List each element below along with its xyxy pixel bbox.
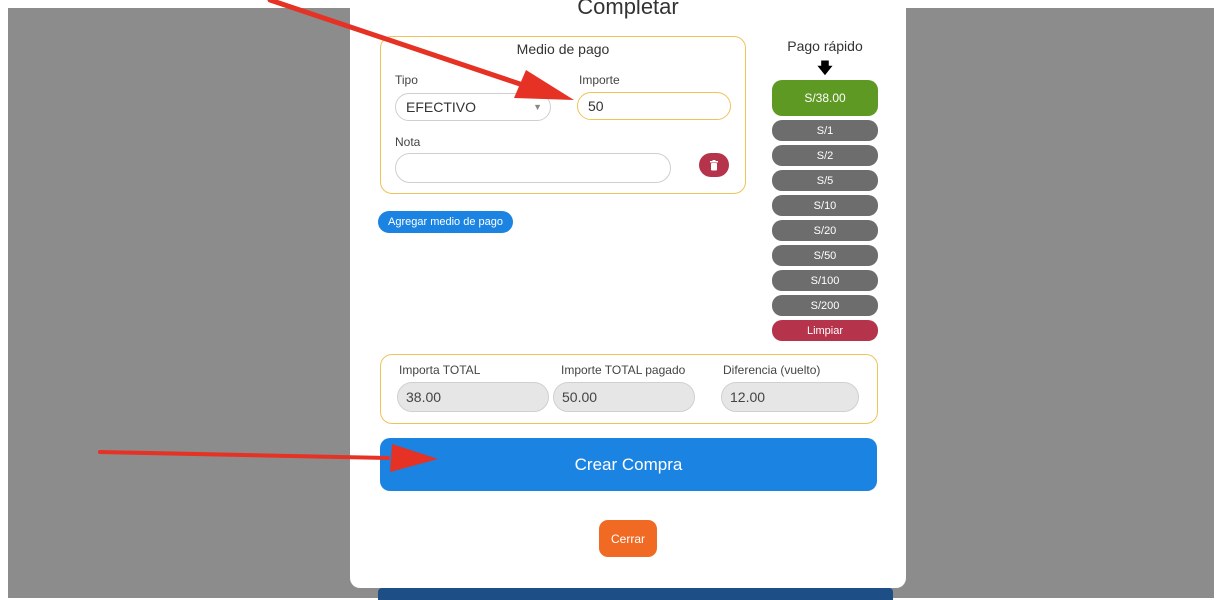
- nota-input[interactable]: [395, 153, 671, 183]
- create-purchase-button[interactable]: Crear Compra: [380, 438, 877, 491]
- change-label: Diferencia (vuelto): [723, 363, 821, 377]
- tipo-select-value: EFECTIVO: [406, 99, 477, 115]
- delete-payment-button[interactable]: [699, 153, 729, 177]
- paid-label: Importe TOTAL pagado: [561, 363, 686, 377]
- modal-title: Completar: [577, 0, 679, 19]
- importe-label: Importe: [579, 73, 620, 87]
- totals-fieldset: Importa TOTAL 38.00 Importe TOTAL pagado…: [380, 354, 878, 424]
- quick-pay-amount-button[interactable]: S/2: [772, 145, 878, 166]
- quick-pay-amount-button[interactable]: S/200: [772, 295, 878, 316]
- tipo-label: Tipo: [395, 73, 418, 87]
- quick-pay-amount-button[interactable]: S/1: [772, 120, 878, 141]
- change-field: 12.00: [721, 382, 859, 412]
- add-payment-method-button[interactable]: Agregar medio de pago: [378, 211, 513, 233]
- close-button[interactable]: Cerrar: [599, 520, 657, 557]
- quick-pay-list: S/38.00 S/1 S/2 S/5 S/10 S/20 S/50 S/100…: [772, 80, 878, 345]
- quick-pay-title: Pago rápido: [787, 38, 863, 54]
- importe-input-value: 50: [588, 98, 604, 114]
- payment-modal: Completar Medio de pago Tipo EFECTIVO ▼ …: [350, 0, 906, 588]
- quick-pay-amount-button[interactable]: S/20: [772, 220, 878, 241]
- background-bar: [378, 588, 893, 600]
- quick-pay-amount-button[interactable]: S/100: [772, 270, 878, 291]
- paid-field: 50.00: [553, 382, 695, 412]
- total-field: 38.00: [397, 382, 549, 412]
- importe-input[interactable]: 50: [577, 92, 731, 120]
- quick-pay-amount-button[interactable]: S/50: [772, 245, 878, 266]
- quick-pay-exact-button[interactable]: S/38.00: [772, 80, 878, 116]
- payment-method-fieldset: Medio de pago Tipo EFECTIVO ▼ Importe 50…: [380, 36, 746, 194]
- nota-label: Nota: [395, 135, 421, 149]
- trash-icon: [710, 159, 718, 170]
- tipo-select[interactable]: EFECTIVO ▼: [395, 93, 551, 121]
- chevron-down-icon: ▼: [533, 102, 542, 112]
- total-label: Importa TOTAL: [399, 363, 481, 377]
- quick-pay-amount-button[interactable]: S/5: [772, 170, 878, 191]
- quick-pay-amount-button[interactable]: S/10: [772, 195, 878, 216]
- quick-pay-clear-button[interactable]: Limpiar: [772, 320, 878, 341]
- payment-method-title: Medio de pago: [516, 41, 610, 57]
